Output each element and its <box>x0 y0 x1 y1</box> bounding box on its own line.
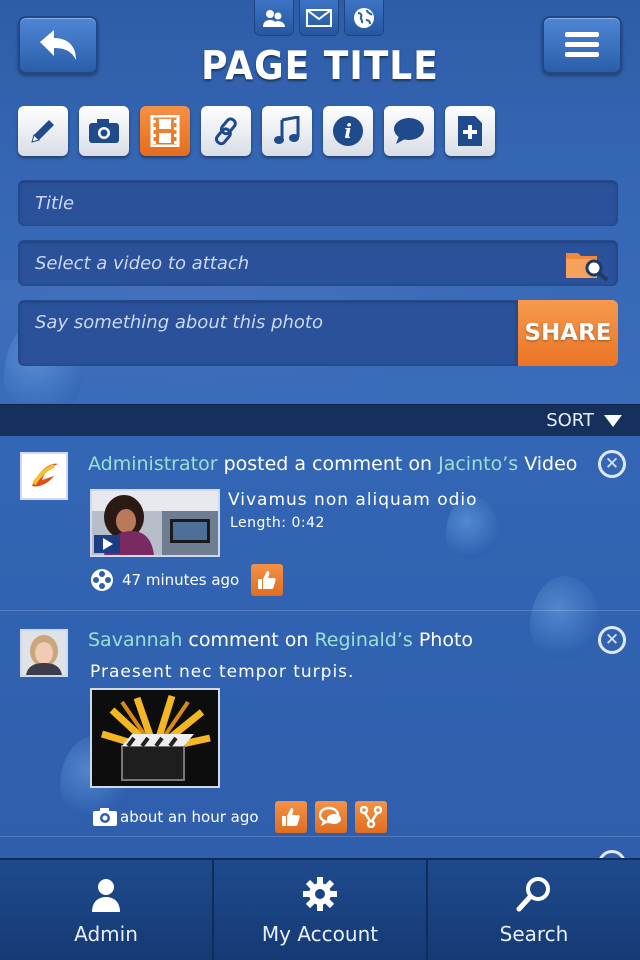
sort-arrow-icon[interactable] <box>604 414 622 427</box>
link-tool-button[interactable] <box>201 106 251 156</box>
video-thumbnail[interactable] <box>90 489 220 557</box>
search-icon <box>516 877 550 912</box>
music-tool-button[interactable] <box>262 106 312 156</box>
target-link[interactable]: Jacinto’s <box>438 453 518 475</box>
add-document-tool-button[interactable] <box>445 106 495 156</box>
video-length: Length: 0:42 <box>230 515 325 531</box>
message-input[interactable]: Say something about this photo <box>18 300 518 366</box>
film-reel-icon <box>91 569 113 591</box>
title-placeholder: Title <box>35 192 75 214</box>
gear-icon <box>303 877 337 911</box>
sort-bar: SORT <box>0 404 640 436</box>
title-input[interactable]: Title <box>18 180 618 226</box>
bottom-tab-bar: Admin My Account Search <box>0 858 640 960</box>
speech-bubble-icon <box>394 118 424 144</box>
close-icon: ✕ <box>604 454 620 474</box>
sort-label[interactable]: SORT <box>546 410 594 431</box>
video-attach-input[interactable]: Select a video to attach <box>18 240 618 286</box>
globe-icon[interactable] <box>344 0 384 36</box>
action-text: comment on <box>188 629 309 651</box>
share-fork-icon <box>359 806 382 828</box>
post-description: Vivamus non aliquam odio <box>228 490 478 510</box>
thumbs-up-icon <box>281 808 300 826</box>
post-description: Praesent nec tempor turpis. <box>90 662 355 682</box>
tab-label: Admin <box>74 922 138 946</box>
svg-text:i: i <box>344 119 352 143</box>
menu-button[interactable] <box>542 16 622 74</box>
feed-item-meta: 47 minutes ago <box>90 564 284 596</box>
top-icon-strip <box>254 0 384 36</box>
avatar[interactable] <box>20 452 68 500</box>
comment-bubbles-icon <box>318 806 341 826</box>
actor-link[interactable]: Administrator <box>88 453 218 475</box>
post-type-toolbar: i <box>18 106 495 156</box>
tab-label: Search <box>499 922 569 946</box>
link-icon <box>214 117 237 146</box>
object-text: Photo <box>418 629 474 651</box>
film-tool-button[interactable] <box>140 106 190 156</box>
mail-icon[interactable] <box>299 0 339 36</box>
info-icon: i <box>333 116 363 146</box>
actor-link[interactable]: Savannah <box>88 629 182 651</box>
avatar[interactable] <box>20 629 68 677</box>
camera-icon <box>93 808 117 826</box>
feed-item: Savannah comment on Reginald’s Photo ✕ P… <box>0 611 640 837</box>
timestamp: 47 minutes ago <box>122 571 240 589</box>
feed-item-meta: about an hour ago <box>92 801 387 833</box>
share-button[interactable]: SHARE <box>518 300 618 366</box>
feed-item-headline: Savannah comment on Reginald’s Photo <box>88 629 473 651</box>
like-button[interactable] <box>251 564 284 596</box>
dismiss-button[interactable]: ✕ <box>598 626 626 654</box>
comment-tool-button[interactable] <box>384 106 434 156</box>
thumbs-up-icon <box>258 571 276 589</box>
film-icon <box>150 115 180 147</box>
tab-label: My Account <box>261 922 379 946</box>
folder-search-icon[interactable] <box>565 249 609 286</box>
message-placeholder: Say something about this photo <box>35 312 323 333</box>
activity-feed: Administrator posted a comment on Jacint… <box>0 436 640 860</box>
target-link[interactable]: Reginald’s <box>314 629 412 651</box>
comment-button[interactable] <box>314 801 347 833</box>
video-placeholder: Select a video to attach <box>35 252 250 274</box>
music-icon <box>274 116 300 144</box>
action-text: posted a comment on <box>223 453 433 475</box>
tab-admin[interactable]: Admin <box>0 860 214 960</box>
add-document-icon <box>458 116 482 146</box>
pencil-tool-button[interactable] <box>18 106 68 156</box>
users-icon[interactable] <box>254 0 294 36</box>
share-item-button[interactable] <box>354 801 387 833</box>
tab-my-account[interactable]: My Account <box>214 860 428 960</box>
tab-search[interactable]: Search <box>428 860 640 960</box>
header: PAGE TITLE i Title Select a video to att… <box>0 0 640 404</box>
feed-item-headline: Administrator posted a comment on Jacint… <box>88 453 577 475</box>
camera-icon <box>89 119 119 143</box>
user-icon <box>92 879 120 912</box>
photo-thumbnail[interactable] <box>90 688 220 788</box>
timestamp: about an hour ago <box>120 808 259 826</box>
pencil-icon <box>31 120 54 143</box>
hamburger-icon <box>565 32 599 57</box>
camera-tool-button[interactable] <box>79 106 129 156</box>
dismiss-button[interactable]: ✕ <box>598 450 626 478</box>
feed-item: Administrator posted a comment on Jacint… <box>0 436 640 611</box>
object-text: Video <box>524 453 578 475</box>
close-icon: ✕ <box>604 630 620 650</box>
like-button[interactable] <box>274 801 307 833</box>
info-tool-button[interactable]: i <box>323 106 373 156</box>
